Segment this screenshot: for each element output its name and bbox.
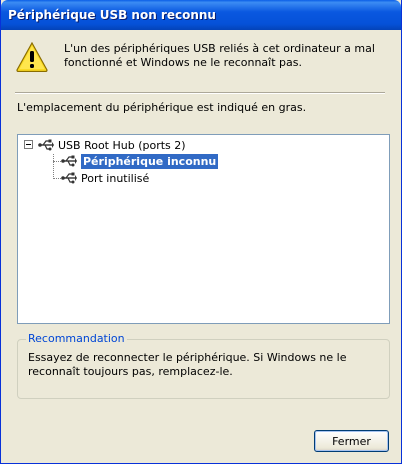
tree-item-label: Périphérique inconnu — [81, 153, 219, 169]
location-hint: L'emplacement du périphérique est indiqu… — [17, 101, 307, 114]
header-message: L'un des périphériques USB reliés à cet … — [64, 42, 375, 69]
window-title: Périphérique USB non reconnu — [8, 8, 216, 22]
collapse-toggle[interactable] — [24, 140, 33, 149]
recommendation-text: Essayez de reconnecter le périphérique. … — [28, 351, 347, 378]
header-panel: L'un des périphériques USB reliés à cet … — [2, 30, 400, 88]
tree-connector — [53, 178, 61, 179]
usb-icon — [61, 155, 77, 167]
tree-item-unused-port[interactable]: Port inutilisé — [61, 170, 149, 186]
title-bar[interactable]: Périphérique USB non reconnu — [1, 0, 401, 30]
tree-connector — [53, 161, 61, 162]
device-tree[interactable]: USB Root Hub (ports 2) Périphérique inco… — [17, 134, 390, 324]
recommendation-group: Recommandation Essayez de reconnecter le… — [17, 332, 390, 399]
usb-icon — [38, 139, 54, 151]
warning-icon — [16, 42, 48, 72]
usb-icon — [61, 172, 77, 184]
group-title: Recommandation — [26, 332, 127, 345]
tree-item-unknown-device[interactable]: Périphérique inconnu — [61, 153, 219, 169]
tree-connector — [53, 154, 54, 179]
tree-item-label: Port inutilisé — [81, 171, 150, 185]
divider — [15, 92, 385, 94]
tree-item-label: USB Root Hub (ports 2) — [58, 138, 186, 152]
close-button[interactable]: Fermer — [314, 430, 389, 452]
dialog-window: Périphérique USB non reconnu L'un des pé… — [0, 0, 402, 464]
tree-item-root-hub[interactable]: USB Root Hub (ports 2) — [38, 137, 186, 153]
